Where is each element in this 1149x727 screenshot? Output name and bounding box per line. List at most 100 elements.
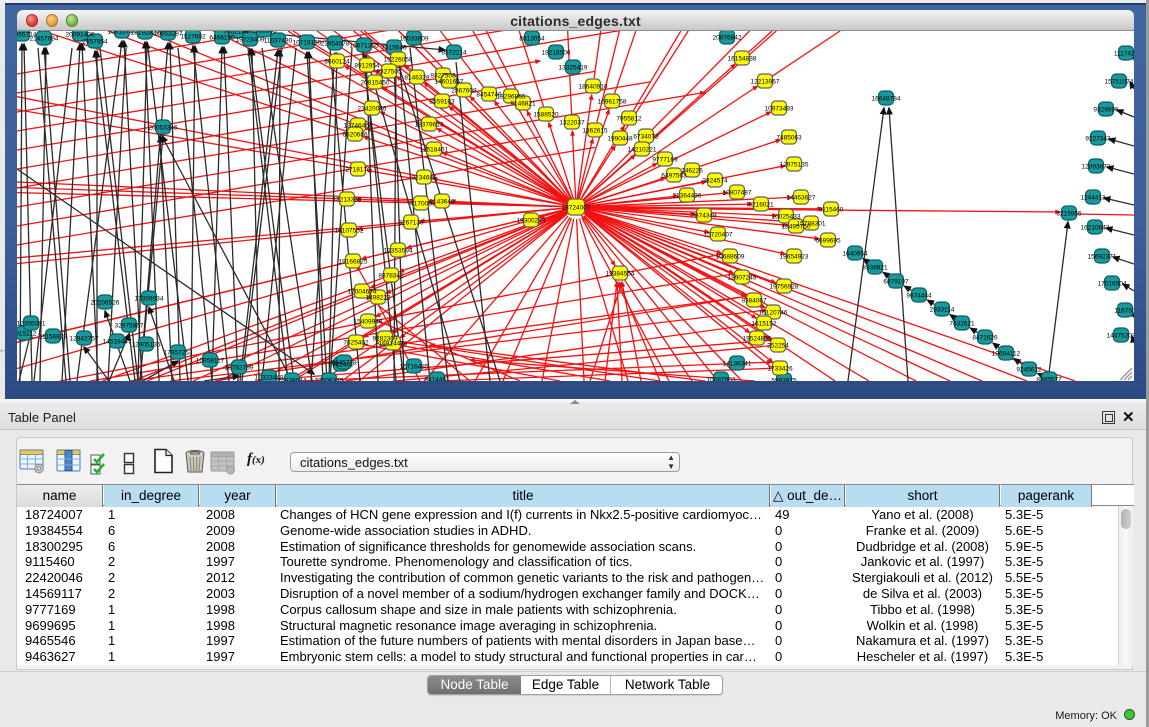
svg-text:12353594: 12353594 — [384, 248, 413, 255]
svg-text:23420046: 23420046 — [358, 106, 387, 113]
svg-text:19756928: 19756928 — [770, 284, 799, 291]
svg-text:1117421: 1117421 — [1114, 51, 1134, 58]
svg-text:11518461: 11518461 — [420, 147, 449, 154]
svg-text:14519447: 14519447 — [103, 339, 132, 346]
svg-text:12213967: 12213967 — [751, 79, 780, 86]
svg-text:1362615: 1362615 — [582, 128, 608, 135]
svg-text:12213369: 12213369 — [333, 197, 362, 204]
svg-text:5993975: 5993975 — [771, 378, 797, 382]
svg-text:8885577: 8885577 — [1036, 377, 1062, 382]
svg-text:252254: 252254 — [767, 343, 789, 350]
svg-text:13379613: 13379613 — [415, 122, 444, 129]
svg-text:11037430: 11037430 — [264, 38, 293, 45]
svg-text:12905135: 12905135 — [132, 342, 161, 349]
svg-text:14463627: 14463627 — [787, 195, 816, 202]
svg-text:8813054: 8813054 — [519, 36, 545, 43]
svg-text:9414491: 9414491 — [424, 377, 450, 382]
svg-text:3267130: 3267130 — [398, 220, 424, 227]
svg-text:14601657: 14601657 — [435, 79, 464, 86]
svg-text:15788301: 15788301 — [797, 221, 826, 228]
svg-text:11156829: 11156829 — [39, 334, 67, 341]
svg-text:10973493: 10973493 — [765, 106, 794, 113]
svg-text:14475203: 14475203 — [1107, 333, 1134, 340]
svg-text:12975135: 12975135 — [780, 162, 809, 169]
svg-text:17359934: 17359934 — [135, 296, 164, 303]
svg-text:9329996: 9329996 — [1093, 107, 1119, 114]
svg-text:12093873: 12093873 — [1082, 164, 1111, 171]
svg-text:6879197: 6879197 — [883, 279, 909, 286]
svg-text:19166825: 19166825 — [339, 259, 368, 266]
svg-text:21639044: 21639044 — [278, 378, 307, 382]
svg-text:1498222: 1498222 — [365, 295, 391, 302]
svg-text:12355061: 12355061 — [17, 321, 46, 328]
svg-text:10025433: 10025433 — [772, 214, 801, 221]
svg-text:3533883: 3533883 — [251, 31, 277, 35]
svg-text:8660124: 8660124 — [324, 59, 350, 66]
svg-text:15409948: 15409948 — [354, 319, 383, 326]
svg-text:8938921: 8938921 — [862, 265, 888, 272]
svg-text:10653287: 10653287 — [154, 31, 183, 38]
svg-text:1615152: 1615152 — [751, 321, 777, 328]
svg-text:6734073: 6734073 — [633, 134, 659, 141]
svg-text:9115460: 9115460 — [819, 207, 844, 214]
svg-text:20053346: 20053346 — [149, 125, 178, 132]
svg-text:9245612: 9245612 — [1016, 367, 1042, 374]
svg-text:9674444: 9674444 — [906, 293, 932, 300]
svg-text:3824574: 3824574 — [702, 178, 728, 185]
svg-text:18296865: 18296865 — [497, 94, 526, 101]
svg-text:10958117: 10958117 — [196, 358, 225, 365]
svg-text:18640910: 18640910 — [579, 84, 608, 91]
svg-text:1640954: 1640954 — [842, 251, 868, 258]
svg-text:16961758: 16961758 — [598, 99, 627, 106]
svg-text:32975867: 32975867 — [115, 323, 144, 330]
svg-text:16671355: 16671355 — [350, 43, 379, 50]
svg-text:19300273: 19300273 — [517, 218, 546, 225]
svg-text:10654112: 10654112 — [992, 351, 1021, 358]
svg-text:9384067: 9384067 — [741, 298, 767, 305]
svg-text:12942757: 12942757 — [70, 336, 99, 343]
svg-text:20091406: 20091406 — [66, 32, 95, 39]
svg-text:6699695: 6699695 — [815, 238, 841, 245]
svg-text:8878342: 8878342 — [378, 273, 404, 280]
svg-text:18724007: 18724007 — [562, 205, 591, 212]
svg-text:1244413: 1244413 — [1080, 195, 1106, 202]
svg-text:16648784: 16648784 — [872, 96, 901, 103]
svg-text:6216021: 6216021 — [748, 202, 774, 209]
svg-text:7632621: 7632621 — [949, 321, 975, 328]
svg-text:8146328: 8146328 — [404, 75, 430, 82]
svg-text:10688609: 10688609 — [716, 254, 745, 261]
svg-text:18907249: 18907249 — [728, 275, 757, 282]
svg-text:6466160: 6466160 — [209, 35, 235, 42]
svg-text:7955812: 7955812 — [616, 116, 642, 123]
svg-text:8471626: 8471626 — [972, 335, 998, 342]
svg-text:13325419: 13325419 — [559, 65, 588, 72]
svg-text:20876842: 20876842 — [713, 35, 742, 42]
svg-text:21364436: 21364436 — [673, 193, 702, 200]
svg-text:19384554: 19384554 — [606, 271, 635, 278]
svg-text:20815450: 20815450 — [361, 80, 390, 87]
svg-text:9327505: 9327505 — [376, 69, 402, 76]
svg-text:1733426: 1733426 — [767, 366, 793, 373]
svg-text:9146821: 9146821 — [510, 101, 536, 108]
svg-text:2718176: 2718176 — [345, 167, 371, 174]
svg-text:1990448: 1990448 — [607, 136, 633, 143]
svg-text:746226: 746226 — [681, 168, 703, 175]
svg-text:19218506: 19218506 — [542, 50, 571, 57]
svg-text:17016504: 17016504 — [1098, 281, 1127, 288]
svg-text:16210643: 16210643 — [1081, 225, 1110, 232]
svg-text:9227343: 9227343 — [1085, 136, 1111, 143]
svg-text:19723409: 19723409 — [236, 37, 265, 44]
svg-text:1588520: 1588520 — [533, 112, 559, 119]
svg-text:8559183: 8559183 — [429, 99, 455, 106]
svg-text:22506335: 22506335 — [315, 378, 344, 382]
svg-text:10087903: 10087903 — [707, 377, 736, 382]
svg-text:14136341: 14136341 — [723, 361, 752, 368]
svg-text:20206526: 20206526 — [91, 300, 120, 307]
svg-text:8572214: 8572214 — [441, 50, 467, 57]
svg-text:10719155: 10719155 — [293, 40, 322, 47]
svg-text:116753: 116753 — [1114, 308, 1134, 315]
svg-text:1322037: 1322037 — [559, 120, 585, 127]
svg-text:21457684: 21457684 — [30, 36, 59, 43]
svg-text:17957253: 17957253 — [164, 350, 193, 357]
svg-text:9234686: 9234686 — [411, 175, 437, 182]
